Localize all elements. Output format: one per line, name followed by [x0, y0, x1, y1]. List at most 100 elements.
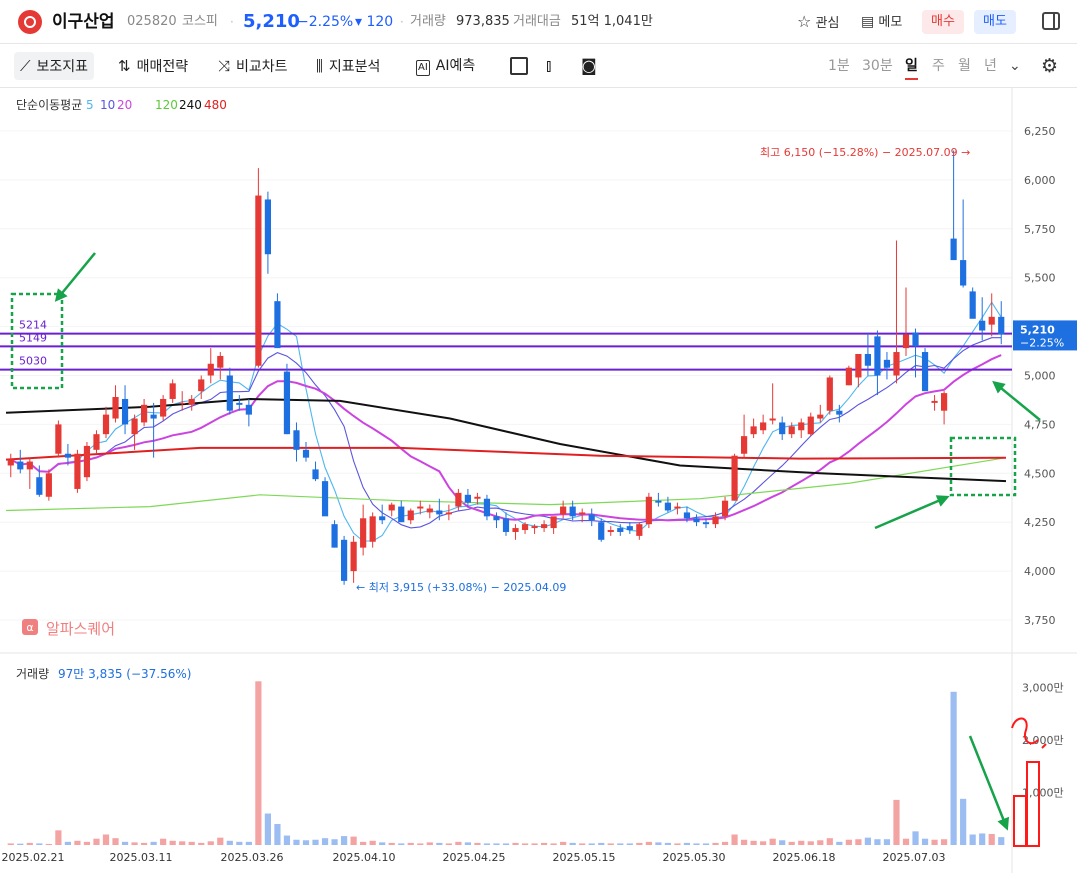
volume-bar — [74, 840, 81, 845]
candle-body — [302, 449, 310, 458]
volume-bar — [531, 843, 538, 845]
volume-value: 973,835 — [456, 14, 510, 29]
volume-bar — [321, 838, 329, 845]
date-tick-label: 2025.04.10 — [333, 851, 396, 864]
volume-bar — [664, 842, 671, 845]
sell-button[interactable]: 매도 — [974, 10, 1016, 34]
candle-body — [769, 418, 776, 421]
candle-body — [721, 500, 729, 517]
volume-bar — [741, 839, 748, 845]
candle-body — [207, 363, 214, 376]
volume-bar — [483, 843, 491, 845]
ma-legend-title: 단순이동평균 — [16, 98, 82, 112]
candle-body — [445, 512, 452, 515]
volume-bar — [988, 833, 995, 845]
memo-icon: ▤ — [861, 14, 875, 30]
candle-type-icon[interactable]: ⫾ — [546, 52, 551, 80]
candle-body — [521, 524, 529, 531]
volume-bar — [121, 841, 129, 845]
volume-bar — [826, 838, 833, 845]
candle-body — [283, 371, 291, 435]
candle-body — [950, 238, 957, 261]
candle-body — [474, 496, 481, 499]
volume-legend-value: 97만 3,835 (−37.56%) — [58, 667, 191, 681]
volume-bar — [283, 835, 291, 845]
volume-bar — [83, 841, 91, 845]
candles-analysis-icon: ⫼ — [316, 57, 323, 75]
period-day[interactable]: 일 — [905, 52, 918, 80]
volume-bar — [512, 842, 519, 845]
volume-bar — [331, 839, 338, 845]
trading-strategy-label: 매매전략 — [136, 59, 189, 75]
volume-bar — [788, 841, 795, 845]
drawing-box-icon[interactable] — [510, 57, 528, 75]
buy-button[interactable]: 매수 — [922, 10, 964, 34]
candle-body — [826, 377, 833, 411]
chevron-down-icon[interactable]: ⌄ — [1009, 52, 1021, 80]
candle-body — [960, 260, 967, 286]
gear-icon[interactable]: ⚙ — [1041, 55, 1058, 77]
candle-body — [226, 375, 233, 411]
level-line-label: 5149 — [19, 331, 47, 344]
volume-bar — [388, 842, 395, 845]
memo-label: 메모 — [878, 15, 903, 30]
memo-button[interactable]: ▤ 메모 — [861, 10, 902, 34]
volume-bar — [160, 838, 167, 845]
volume-bar — [674, 843, 681, 845]
candle-body — [312, 469, 319, 480]
volume-bar — [569, 842, 576, 845]
volume-bar — [445, 843, 452, 845]
candle-body — [941, 393, 948, 411]
company-logo-icon — [18, 10, 42, 34]
candle-body — [979, 320, 986, 331]
candle-body — [388, 504, 395, 511]
volume-bar — [341, 836, 348, 845]
volume-legend-label: 거래량 — [16, 667, 49, 681]
period-year[interactable]: 년 — [984, 52, 997, 80]
favorite-button[interactable]: ☆ 관심 — [797, 10, 839, 34]
volume-bar — [55, 830, 62, 845]
volume-bar — [302, 840, 310, 845]
ai-predict-button[interactable]: AI AI예측 — [416, 52, 475, 80]
volume-bar — [474, 842, 481, 845]
candle-body — [607, 530, 614, 532]
volume-bar — [26, 842, 33, 845]
candle-body — [17, 461, 24, 470]
volume-bar — [169, 840, 176, 845]
candle-body — [36, 477, 43, 495]
indicator-analysis-button[interactable]: ⫼ 지표분석 — [316, 52, 380, 80]
date-tick-label: 2025.05.15 — [553, 851, 616, 864]
volume-bar — [226, 840, 233, 845]
period-1min[interactable]: 1분 — [828, 52, 850, 80]
candle-body — [807, 416, 814, 435]
compare-chart-button[interactable]: ⤨ 비교차트 — [218, 52, 288, 80]
favorite-label: 관심 — [815, 16, 840, 31]
volume-bar — [236, 841, 243, 845]
shuffle-icon: ⤨ — [218, 57, 231, 75]
aux-indicator-button[interactable]: ⟋ 보조지표 — [14, 52, 95, 80]
period-30min[interactable]: 30분 — [862, 52, 893, 80]
camera-icon[interactable]: ◙ — [581, 52, 597, 80]
volume-bar — [350, 836, 357, 845]
candle-body — [274, 301, 281, 349]
candle-body — [645, 496, 652, 525]
candle-body — [731, 455, 738, 501]
volume-bar — [855, 839, 862, 845]
indicator-analysis-label: 지표분석 — [328, 59, 381, 75]
ma-legend-5: 5 — [86, 98, 94, 112]
price-chart[interactable]: 단순이동평균 5 10 20 120 240 480 521451495030 … — [0, 88, 1077, 873]
candle-body — [141, 404, 148, 423]
candle-body — [293, 430, 300, 450]
price-tick-label: 3,750 — [1024, 614, 1056, 627]
volume-bar — [264, 813, 271, 845]
period-week[interactable]: 주 — [932, 52, 945, 80]
volume-bar — [645, 841, 652, 845]
candle-body — [188, 398, 195, 405]
volume-bar — [931, 839, 938, 845]
volume-bar — [693, 843, 700, 845]
period-month[interactable]: 월 — [958, 52, 971, 80]
trading-strategy-button[interactable]: ⇅ 매매전략 — [118, 52, 188, 80]
side-panel-toggle-icon[interactable] — [1042, 12, 1060, 30]
price-tick-label: 5,000 — [1024, 370, 1056, 383]
volume-bar — [845, 839, 852, 845]
